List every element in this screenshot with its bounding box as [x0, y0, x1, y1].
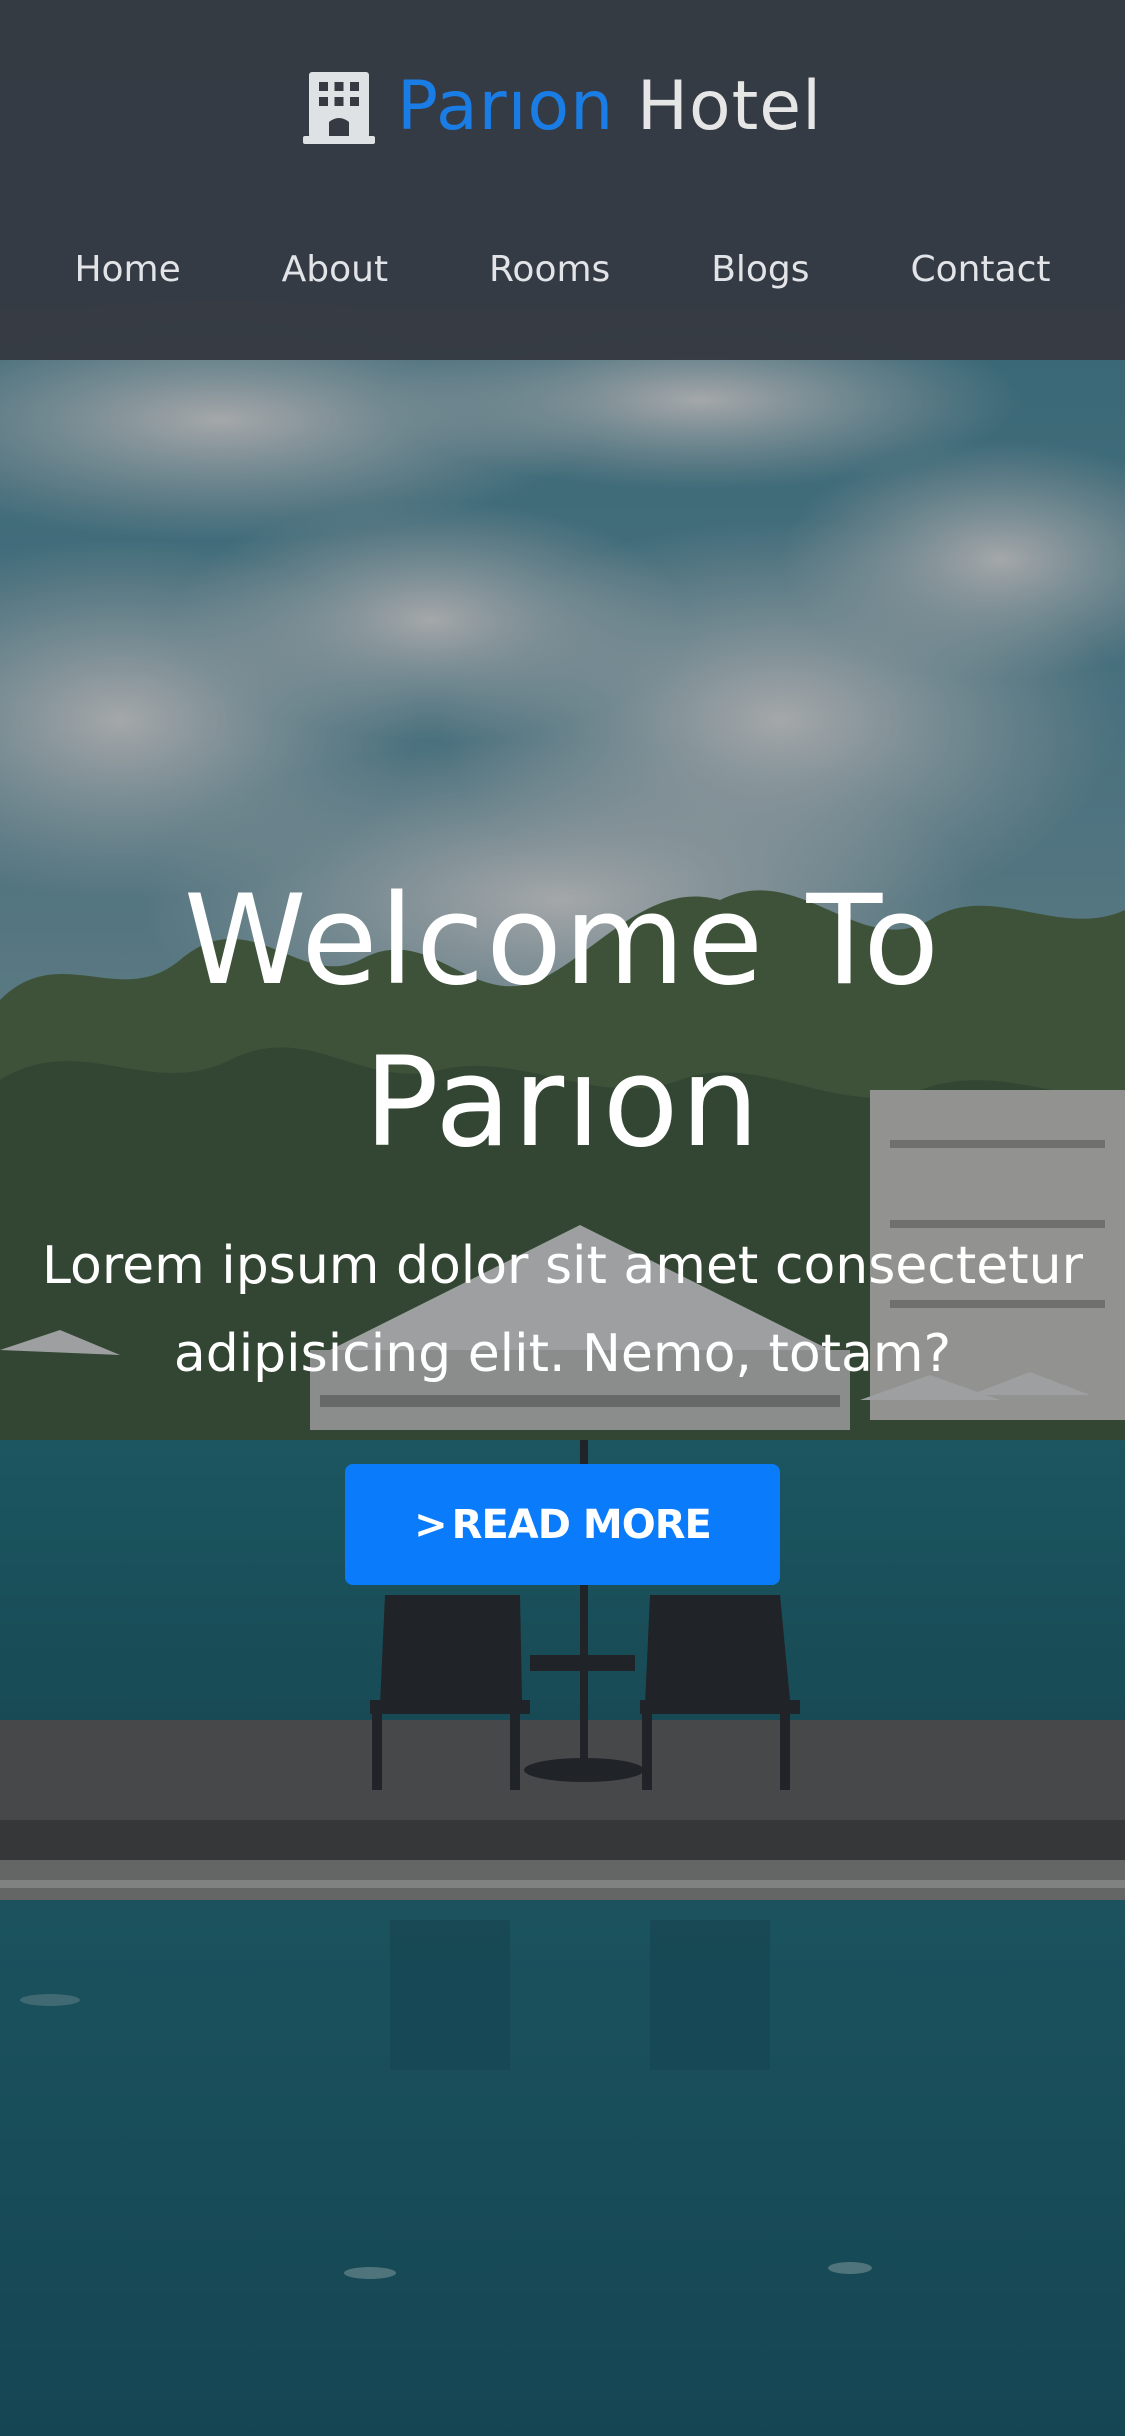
nav-item-blogs[interactable]: Blogs [711, 235, 809, 305]
brand-name: Parıon Hotel [397, 62, 822, 152]
hero-title-line2: Parıon [363, 1031, 762, 1175]
brand-logo-link[interactable]: Parıon Hotel [0, 62, 1125, 152]
main-nav: Home About Rooms Blogs Contact [0, 235, 1125, 305]
site-header: Parıon Hotel Home About Rooms Blogs Cont… [0, 0, 1125, 360]
read-more-button[interactable]: > READ MORE [345, 1464, 780, 1585]
hero-subtitle: Lorem ipsum dolor sit amet consectetur a… [30, 1222, 1095, 1398]
nav-item-home[interactable]: Home [74, 235, 180, 305]
brand-name-rest: Hotel [636, 67, 822, 146]
hero-title-line1: Welcome To [183, 869, 942, 1013]
hero-subtitle-line1: Lorem ipsum dolor sit amet consectetur [42, 1236, 1083, 1296]
hero-title: Welcome To Parıon [0, 860, 1125, 1184]
hero-subtitle-line2: adipisicing elit. Nemo, totam? [173, 1324, 952, 1384]
nav-item-rooms[interactable]: Rooms [489, 235, 610, 305]
brand-name-accent: Parıon [397, 67, 615, 146]
read-more-label: READ MORE [451, 1501, 712, 1548]
nav-item-contact[interactable]: Contact [910, 235, 1050, 305]
hotel-building-icon [303, 72, 376, 144]
nav-item-about[interactable]: About [282, 235, 388, 305]
page: Parıon Hotel Home About Rooms Blogs Cont… [0, 0, 1125, 2436]
chevron-right-icon: > [414, 1501, 448, 1548]
hero-dark-overlay [0, 0, 1125, 2436]
